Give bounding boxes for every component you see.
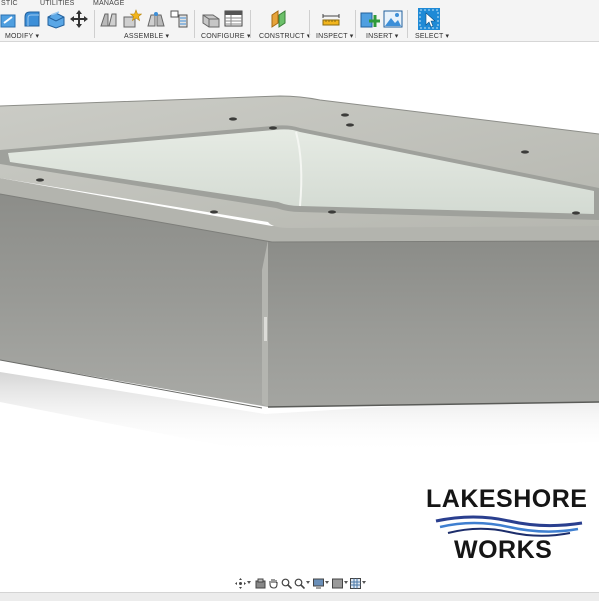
separator <box>309 10 310 38</box>
group-configure[interactable]: CONFIGURE ▾ <box>201 32 251 40</box>
box-right-wall[interactable] <box>268 239 599 407</box>
separator <box>194 10 195 38</box>
measure-icon[interactable] <box>321 9 341 29</box>
move-icon[interactable] <box>69 9 89 29</box>
separator <box>355 10 356 38</box>
group-assemble[interactable]: ASSEMBLE ▾ <box>124 32 169 40</box>
look-at-icon[interactable] <box>255 578 266 589</box>
wave-icon <box>435 515 583 537</box>
group-select[interactable]: SELECT ▾ <box>415 32 449 40</box>
caret-icon[interactable] <box>362 581 366 584</box>
orbit-icon[interactable] <box>235 578 246 589</box>
group-inspect[interactable]: INSPECT ▾ <box>316 32 353 40</box>
group-modify[interactable]: MODIFY ▾ <box>5 32 39 40</box>
status-bar <box>0 592 599 601</box>
display-settings-icon[interactable] <box>313 578 324 589</box>
configure-icon[interactable] <box>201 9 221 29</box>
joint-icon[interactable] <box>122 9 142 29</box>
seam-highlight <box>264 317 267 341</box>
press-pull-icon[interactable] <box>0 9 20 29</box>
group-insert[interactable]: INSERT ▾ <box>366 32 398 40</box>
zoom-icon[interactable] <box>281 578 292 589</box>
new-component-icon[interactable] <box>99 9 119 29</box>
lakeshore-works-logo: LAKESHORE WORKS <box>420 484 588 566</box>
caret-icon[interactable] <box>247 581 251 584</box>
visual-style-icon[interactable] <box>332 578 343 589</box>
tab-manage[interactable]: MANAGE <box>93 0 125 7</box>
toolbar: STIC UTILITIES MANAGE MODIFY ▾ ASSEMBLE … <box>0 0 599 42</box>
insert-canvas-icon[interactable] <box>383 9 403 29</box>
logo-line2: WORKS <box>454 536 553 564</box>
group-construct[interactable]: CONSTRUCT ▾ <box>259 32 310 40</box>
joint-origin-icon[interactable] <box>169 9 189 29</box>
caret-icon[interactable] <box>325 581 329 584</box>
insert-derive-icon[interactable] <box>360 9 380 29</box>
separator <box>94 10 95 38</box>
tab-utilities[interactable]: UTILITIES <box>40 0 74 7</box>
parameters-table-icon[interactable] <box>224 9 244 29</box>
offset-plane-icon[interactable] <box>269 9 289 29</box>
caret-icon[interactable] <box>344 581 348 584</box>
select-icon[interactable] <box>418 8 440 30</box>
tab-plastic[interactable]: STIC <box>1 0 18 7</box>
fillet-icon[interactable] <box>22 9 42 29</box>
navigation-bar <box>233 576 367 591</box>
caret-icon[interactable] <box>306 581 310 584</box>
as-built-joint-icon[interactable] <box>146 9 166 29</box>
separator <box>407 10 408 38</box>
shell-icon[interactable] <box>46 9 66 29</box>
pan-icon[interactable] <box>268 578 279 589</box>
logo-line1: LAKESHORE <box>426 485 588 513</box>
grid-settings-icon[interactable] <box>350 578 361 589</box>
separator <box>250 10 251 38</box>
zoom-window-icon[interactable] <box>294 578 305 589</box>
